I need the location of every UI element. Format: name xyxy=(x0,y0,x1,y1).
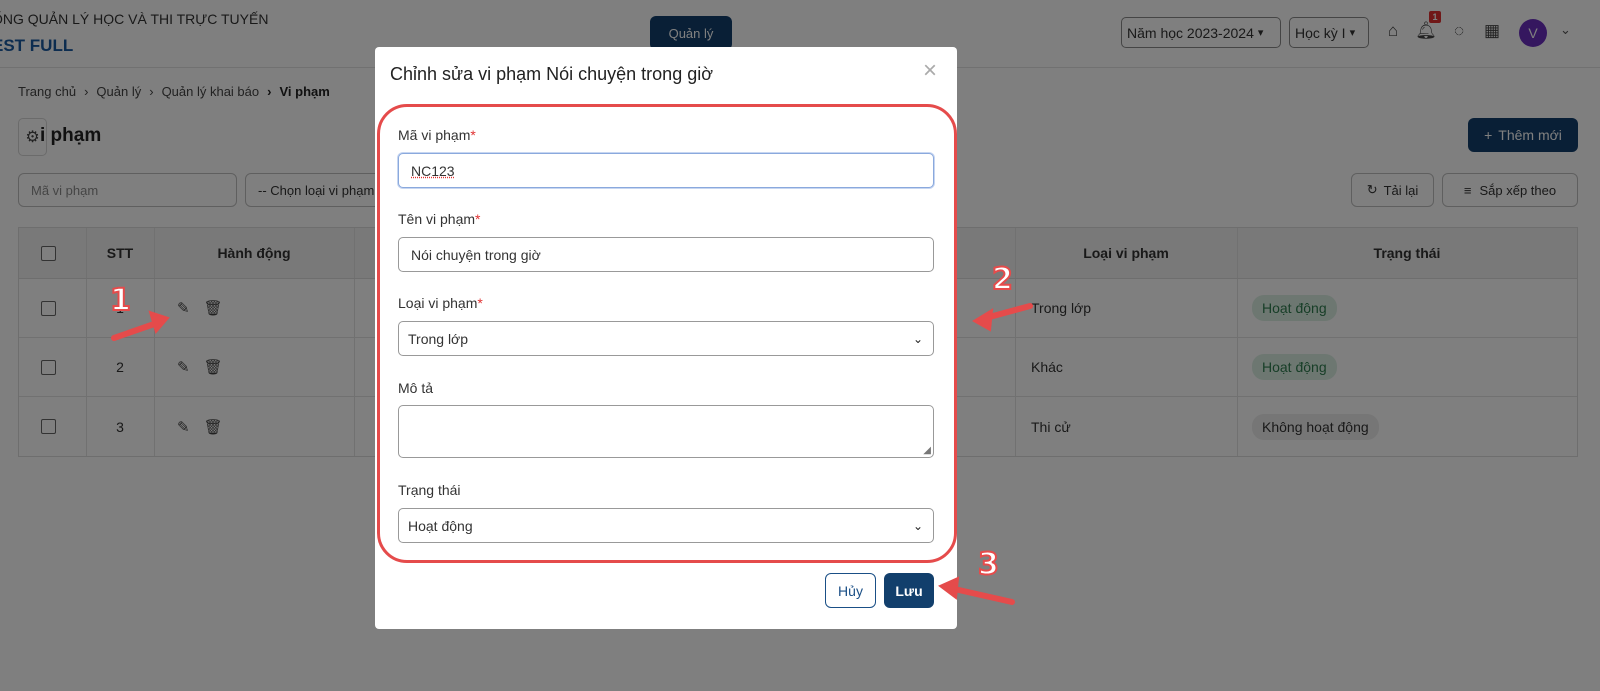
arrow-head-step-2 xyxy=(972,308,994,332)
arrow-head-step-1 xyxy=(148,310,170,335)
annotation-arrows xyxy=(111,303,1033,605)
arrow-step-3 xyxy=(947,585,1015,605)
arrow-head-step-3 xyxy=(938,576,960,600)
